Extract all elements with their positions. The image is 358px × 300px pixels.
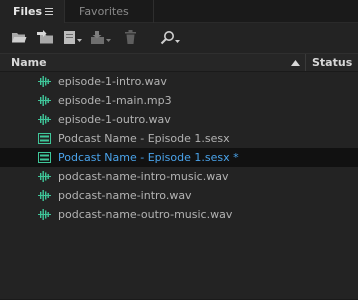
- multitrack-session-icon: [38, 152, 51, 163]
- tab-favorites-label: Favorites: [79, 5, 129, 18]
- open-folder-icon[interactable]: [11, 30, 27, 46]
- file-list-item[interactable]: episode-1-intro.wav: [0, 72, 358, 91]
- name-column-header[interactable]: Name: [11, 56, 47, 69]
- file-list-item[interactable]: Podcast Name - Episode 1.sesx: [0, 129, 358, 148]
- file-list-item[interactable]: podcast-name-outro-music.wav: [0, 205, 358, 224]
- status-column-header[interactable]: Status: [312, 56, 352, 69]
- tab-favorites[interactable]: Favorites: [64, 0, 154, 23]
- panel-menu-icon[interactable]: [45, 8, 53, 15]
- waveform-icon: [38, 95, 51, 106]
- file-name-label: podcast-name-intro-music.wav: [58, 170, 229, 183]
- file-name-label: podcast-name-intro.wav: [58, 189, 192, 202]
- file-list-item[interactable]: Podcast Name - Episode 1.sesx *: [0, 148, 358, 167]
- waveform-icon: [38, 114, 51, 125]
- file-name-label: episode-1-intro.wav: [58, 75, 167, 88]
- import-icon[interactable]: [37, 30, 55, 46]
- file-list-item[interactable]: episode-1-main.mp3: [0, 91, 358, 110]
- sort-ascending-icon[interactable]: [291, 60, 300, 66]
- file-name-label: Podcast Name - Episode 1.sesx *: [58, 151, 239, 164]
- search-dropdown-icon[interactable]: [160, 30, 182, 46]
- waveform-icon: [38, 190, 51, 201]
- column-divider[interactable]: [305, 54, 306, 71]
- waveform-icon: [38, 171, 51, 182]
- file-name-label: podcast-name-outro-music.wav: [58, 208, 233, 221]
- insert-dropdown-icon[interactable]: [90, 30, 112, 46]
- waveform-icon: [38, 76, 51, 87]
- tab-files[interactable]: Files: [0, 0, 64, 23]
- file-name-label: episode-1-outro.wav: [58, 113, 171, 126]
- tab-files-label: Files: [13, 5, 43, 18]
- file-list-item[interactable]: podcast-name-intro.wav: [0, 186, 358, 205]
- file-name-label: Podcast Name - Episode 1.sesx: [58, 132, 230, 145]
- file-list-header: Name Status: [0, 53, 358, 72]
- files-toolbar: [0, 24, 358, 53]
- multitrack-session-icon: [38, 133, 51, 144]
- file-list-item[interactable]: podcast-name-intro-music.wav: [0, 167, 358, 186]
- delete-icon[interactable]: [124, 30, 137, 46]
- file-list: episode-1-intro.wav episode-1-main.mp3 epi…: [0, 72, 358, 224]
- panel-tab-bar: Files Favorites: [0, 0, 358, 23]
- waveform-icon: [38, 209, 51, 220]
- file-name-label: episode-1-main.mp3: [58, 94, 172, 107]
- file-list-item[interactable]: episode-1-outro.wav: [0, 110, 358, 129]
- new-file-dropdown-icon[interactable]: [63, 30, 83, 46]
